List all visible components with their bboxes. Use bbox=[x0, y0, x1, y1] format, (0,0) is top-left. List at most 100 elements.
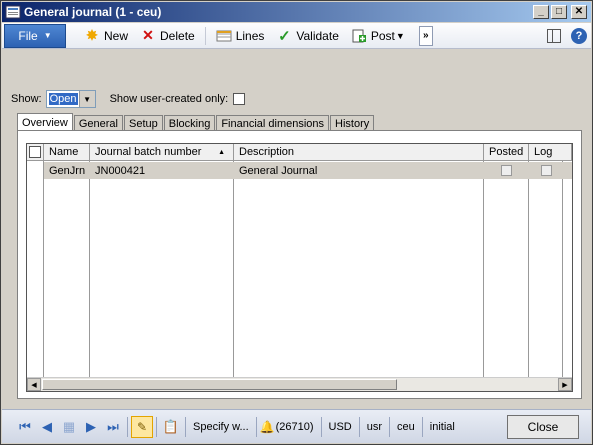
tab-overview[interactable]: Overview bbox=[17, 113, 73, 131]
select-all-checkbox[interactable] bbox=[29, 146, 41, 158]
validate-icon: ✓ bbox=[278, 27, 291, 45]
tab-general[interactable]: General bbox=[73, 115, 123, 131]
show-combobox[interactable]: Open ▼ bbox=[45, 90, 96, 108]
journal-grid: Name Journal batch number ▲ Description … bbox=[26, 143, 573, 392]
status-bar: ⏮ ◀ ▦ ▶ ⏭ ✎ 📋 Specify w... 🔔 (26710) USD… bbox=[2, 409, 591, 443]
name-column bbox=[44, 144, 90, 378]
help-icon[interactable]: ? bbox=[571, 27, 587, 44]
general-journal-window: General journal (1 - ceu) _ □ ✕ File ▼ ✸… bbox=[0, 0, 593, 445]
batch-header[interactable]: Journal batch number ▲ bbox=[90, 144, 234, 161]
overview-panel: Name Journal batch number ▲ Description … bbox=[17, 130, 582, 399]
separator bbox=[421, 416, 423, 437]
posted-column bbox=[484, 144, 529, 378]
user-created-checkbox[interactable] bbox=[233, 93, 246, 105]
description-header[interactable]: Description bbox=[234, 144, 484, 161]
row-description-cell[interactable]: General Journal bbox=[234, 162, 317, 179]
row-batch-cell[interactable]: JN000421 bbox=[90, 162, 145, 179]
name-header[interactable]: Name bbox=[44, 144, 90, 161]
document-handling-icon[interactable]: 📋 bbox=[160, 417, 182, 437]
separator bbox=[204, 26, 206, 45]
tab-strip: Overview General Setup Blocking Financia… bbox=[17, 113, 375, 131]
window-title: General journal (1 - ceu) bbox=[24, 5, 162, 19]
chevron-down-icon: ▼ bbox=[395, 30, 405, 41]
horizontal-scrollbar[interactable]: ◀ ▶ bbox=[27, 377, 572, 391]
next-record-icon[interactable]: ▶ bbox=[80, 417, 102, 437]
delete-label: Delete bbox=[160, 28, 195, 43]
last-record-icon[interactable]: ⏭ bbox=[102, 417, 124, 437]
separator bbox=[389, 416, 391, 437]
file-menu-button[interactable]: File ▼ bbox=[4, 23, 66, 48]
maximize-button[interactable]: □ bbox=[551, 5, 567, 19]
batch-column bbox=[90, 144, 234, 378]
show-value: Open bbox=[48, 93, 78, 105]
layout-icon[interactable] bbox=[547, 28, 561, 43]
edit-mode-icon[interactable]: ✎ bbox=[131, 415, 153, 438]
minimize-icon: _ bbox=[538, 6, 544, 17]
delete-icon: ✕ bbox=[142, 27, 154, 43]
initial-text[interactable]: initial bbox=[426, 421, 459, 433]
bell-icon[interactable]: 🔔 bbox=[260, 420, 275, 434]
show-label: Show: bbox=[11, 93, 42, 105]
post-label: Post bbox=[370, 28, 395, 43]
chevron-down-icon: ▼ bbox=[43, 31, 52, 40]
app-icon bbox=[5, 5, 21, 19]
grid-view-icon[interactable]: ▦ bbox=[58, 417, 80, 437]
currency-text[interactable]: USD bbox=[325, 421, 356, 433]
select-all-header[interactable] bbox=[27, 144, 44, 161]
filter-row: Show: Open ▼ Show user-created only: bbox=[11, 90, 246, 108]
delete-button[interactable]: ✕ Delete bbox=[134, 25, 201, 47]
more-actions-label: » bbox=[423, 30, 429, 41]
validate-label: Validate bbox=[296, 28, 339, 43]
title-bar[interactable]: General journal (1 - ceu) _ □ ✕ bbox=[2, 2, 591, 22]
select-column bbox=[27, 144, 44, 378]
maximize-icon: □ bbox=[555, 6, 563, 17]
scroll-left-icon[interactable]: ◀ bbox=[27, 378, 41, 391]
tab-history[interactable]: History bbox=[330, 115, 375, 131]
more-actions-button[interactable]: » bbox=[418, 25, 433, 46]
first-record-icon[interactable]: ⏮ bbox=[14, 417, 36, 437]
file-label: File bbox=[18, 28, 38, 43]
close-window-button[interactable]: ✕ bbox=[571, 5, 587, 19]
chevron-down-icon[interactable]: ▼ bbox=[78, 91, 95, 107]
separator bbox=[185, 416, 186, 437]
separator bbox=[156, 416, 157, 437]
log-column bbox=[529, 144, 563, 378]
sort-ascending-icon: ▲ bbox=[218, 148, 225, 156]
tab-setup[interactable]: Setup bbox=[123, 115, 163, 131]
close-button[interactable]: Close bbox=[507, 414, 579, 439]
separator bbox=[358, 416, 360, 437]
description-column bbox=[234, 144, 484, 378]
lines-icon bbox=[216, 30, 232, 41]
action-pane-right: ? bbox=[547, 27, 591, 44]
previous-record-icon[interactable]: ◀ bbox=[36, 417, 58, 437]
posted-header[interactable]: Posted bbox=[484, 144, 529, 161]
new-label: New bbox=[104, 28, 129, 43]
row-name-cell[interactable]: GenJrn bbox=[44, 162, 85, 179]
validate-button[interactable]: ✓ Validate bbox=[270, 25, 344, 47]
minimize-button[interactable]: _ bbox=[533, 5, 549, 19]
scroll-right-icon[interactable]: ▶ bbox=[558, 378, 572, 391]
lines-button[interactable]: Lines bbox=[210, 25, 271, 47]
new-icon: ✸ bbox=[86, 27, 98, 43]
tab-financial-dimensions[interactable]: Financial dimensions bbox=[216, 115, 330, 131]
log-header[interactable]: Log bbox=[529, 144, 572, 161]
close-icon: ✕ bbox=[574, 6, 584, 17]
scrollbar-thumb[interactable] bbox=[42, 379, 397, 390]
action-pane: File ▼ ✸ New ✕ Delete Lines ✓ Validate P… bbox=[2, 23, 591, 49]
post-button[interactable]: Post ▼ bbox=[345, 25, 411, 47]
row-log-checkbox[interactable] bbox=[541, 165, 552, 176]
row-posted-checkbox[interactable] bbox=[501, 165, 512, 176]
new-button[interactable]: ✸ New bbox=[78, 25, 134, 47]
specify-text[interactable]: Specify w... bbox=[189, 421, 253, 433]
company-text[interactable]: ceu bbox=[393, 421, 419, 433]
separator bbox=[320, 416, 322, 437]
alerts-count[interactable]: (26710) bbox=[276, 421, 318, 433]
batch-header-label: Journal batch number bbox=[95, 146, 202, 158]
separator bbox=[127, 416, 128, 437]
post-icon bbox=[352, 29, 366, 42]
tab-blocking[interactable]: Blocking bbox=[163, 115, 216, 131]
lines-label: Lines bbox=[235, 28, 265, 43]
user-created-label: Show user-created only: bbox=[109, 93, 229, 105]
separator bbox=[255, 416, 257, 437]
user-text[interactable]: usr bbox=[363, 421, 386, 433]
